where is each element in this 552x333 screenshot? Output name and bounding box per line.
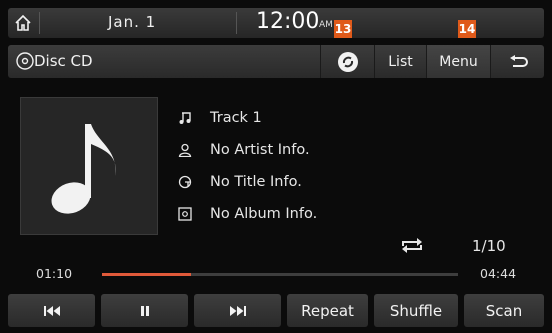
repeat-all-icon — [402, 238, 422, 253]
back-icon — [509, 54, 528, 67]
progress-bar[interactable] — [102, 273, 458, 276]
list-button[interactable]: List — [374, 45, 426, 78]
menu-button[interactable]: Menu — [426, 45, 490, 78]
artist-row: No Artist Info. — [178, 138, 310, 162]
previous-icon — [43, 305, 60, 316]
home-button[interactable] — [8, 8, 38, 38]
divider — [236, 12, 237, 34]
pause-button[interactable] — [101, 294, 188, 327]
album-icon — [178, 207, 192, 221]
pause-icon — [140, 305, 149, 316]
album-art — [20, 97, 158, 235]
back-button[interactable] — [490, 45, 544, 78]
repeat-button[interactable]: Repeat — [287, 294, 368, 327]
album-row: No Album Info. — [178, 202, 317, 226]
previous-button[interactable] — [8, 294, 95, 327]
scan-button[interactable]: Scan — [464, 294, 544, 327]
playback-controls: Repeat Shuffle Scan — [8, 294, 544, 327]
home-icon — [15, 14, 31, 31]
track-count: 1/10 — [472, 237, 506, 255]
album-info: No Album Info. — [210, 206, 318, 222]
source-bar: Disc CD List Menu — [8, 45, 544, 78]
divider — [39, 12, 40, 34]
clock-time: 12:00 — [256, 9, 320, 34]
next-button[interactable] — [194, 294, 281, 327]
media-screen: Jan. 1 12:00 AM 13 14 Disc CD List Menu — [0, 0, 552, 333]
title-info-row: No Title Info. — [178, 170, 302, 194]
track-title-row: Track 1 — [178, 106, 262, 130]
shuffle-button[interactable]: Shuffle — [374, 294, 458, 327]
next-icon — [229, 305, 246, 316]
loop-icon — [337, 51, 358, 72]
music-note-small-icon — [179, 112, 191, 124]
loop-button[interactable] — [320, 45, 374, 78]
elapsed-time: 01:10 — [36, 266, 73, 281]
date-display: Jan. 1 — [108, 13, 157, 31]
callout-13-badge: 13 — [334, 20, 352, 38]
artist-icon — [178, 143, 192, 157]
status-bar: Jan. 1 12:00 AM 13 14 — [8, 8, 544, 38]
disc-icon — [16, 52, 34, 70]
callout-14-badge: 14 — [458, 20, 476, 38]
music-note-icon — [51, 124, 116, 214]
total-time: 04:44 — [480, 266, 517, 281]
progress-fill — [102, 273, 191, 276]
title-info: No Title Info. — [210, 174, 302, 190]
artist-info: No Artist Info. — [210, 142, 310, 158]
clock-ampm: AM — [319, 20, 333, 30]
title-disc-icon — [178, 175, 192, 189]
source-label: Disc CD — [34, 52, 93, 70]
track-title: Track 1 — [210, 110, 262, 126]
